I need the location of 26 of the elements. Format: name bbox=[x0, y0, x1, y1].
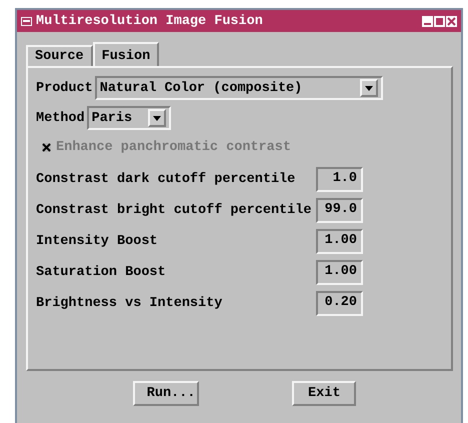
field-label: Method bbox=[36, 110, 85, 126]
parameter-label: Constrast bright cutoff percentile bbox=[36, 202, 312, 218]
minimize-icon[interactable] bbox=[422, 16, 433, 26]
dropdown[interactable]: Paris bbox=[86, 106, 171, 130]
dialog-button[interactable]: Run... bbox=[132, 381, 199, 406]
field-label: Product bbox=[36, 80, 93, 96]
parameter-label: Constrast dark cutoff percentile bbox=[36, 172, 296, 186]
number-field[interactable]: 1.00 bbox=[316, 260, 363, 284]
tab[interactable]: Fusion bbox=[92, 42, 160, 66]
parameter-label: Intensity Boost bbox=[36, 234, 159, 248]
window-menu-icon[interactable] bbox=[21, 16, 32, 26]
caret-icon bbox=[148, 109, 166, 127]
maximize-icon[interactable] bbox=[434, 16, 445, 26]
caret-icon bbox=[360, 79, 378, 97]
close-icon[interactable] bbox=[446, 16, 457, 26]
number-field[interactable]: 1.0 bbox=[316, 166, 363, 192]
number-field[interactable]: 1.00 bbox=[316, 228, 363, 254]
checkbox-label: Enhance panchromatic contrast bbox=[56, 140, 291, 155]
parameter-label: Brightness vs Intensity bbox=[36, 296, 224, 310]
dropdown[interactable]: Natural Color (composite) bbox=[94, 76, 383, 100]
number-field[interactable]: 0.20 bbox=[316, 290, 363, 316]
dialog-button[interactable]: Exit bbox=[292, 381, 356, 406]
number-field[interactable]: 99.0 bbox=[316, 198, 363, 222]
parameter-label: Saturation Boost bbox=[36, 264, 167, 280]
tab[interactable]: Source bbox=[26, 45, 93, 66]
window-title: Multiresolution Image Fusion bbox=[36, 14, 264, 28]
